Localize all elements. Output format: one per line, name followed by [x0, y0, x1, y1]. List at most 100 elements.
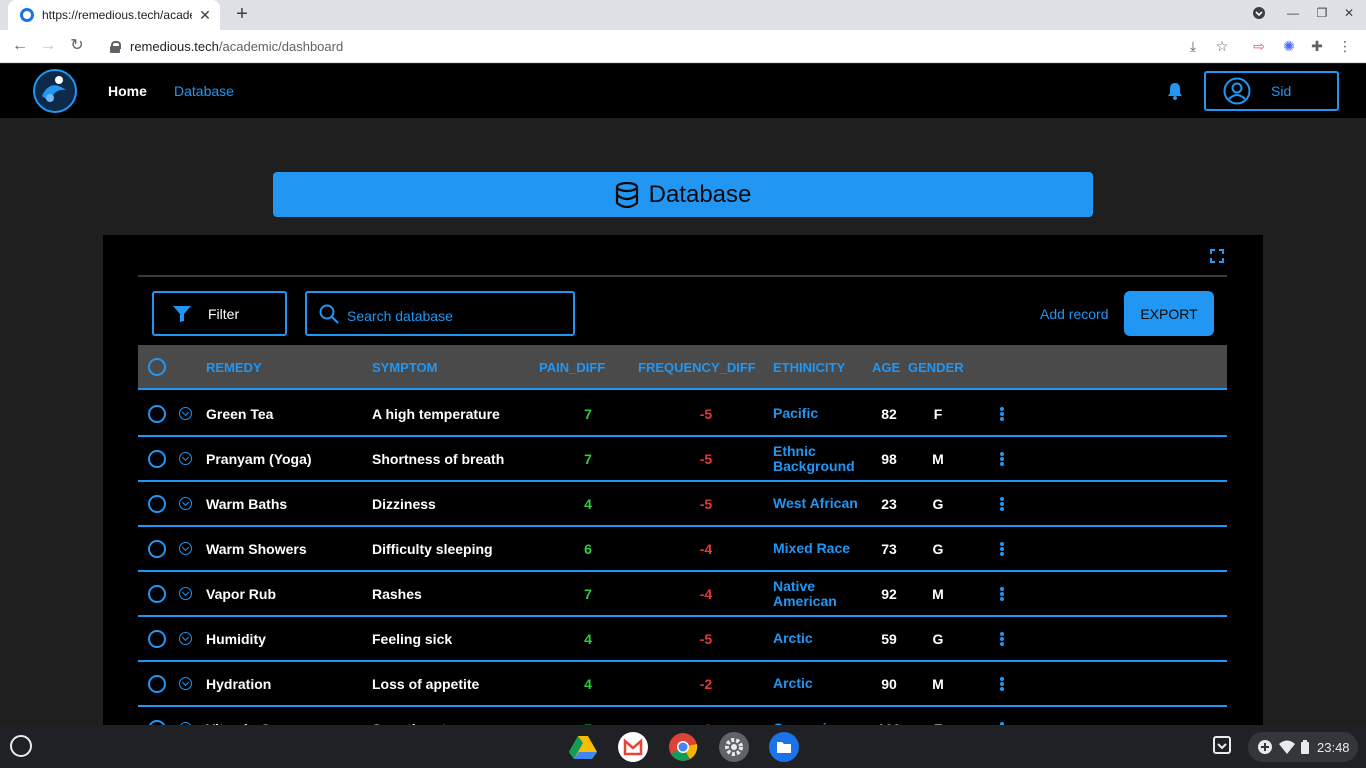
tote-holding-space-icon[interactable]	[1210, 733, 1234, 757]
extensions-puzzle-icon[interactable]: ✚	[1309, 38, 1325, 54]
cell-remedy: Green Tea	[206, 406, 274, 422]
url-host: remedious.tech	[130, 39, 219, 54]
nav-database-link[interactable]: Database	[174, 83, 234, 99]
install-app-icon[interactable]: ⤓	[1185, 38, 1201, 54]
row-menu-icon[interactable]	[1000, 407, 1004, 421]
new-tab-button[interactable]: +	[232, 4, 252, 24]
column-header-pain-diff[interactable]: PAIN_DIFF	[539, 360, 605, 375]
nav-home-link[interactable]: Home	[108, 83, 147, 99]
gmail-icon[interactable]	[618, 732, 648, 762]
column-header-symptom[interactable]: SYMPTOM	[372, 360, 438, 375]
search-icon	[319, 304, 339, 324]
notification-bell-icon[interactable]	[1167, 82, 1183, 100]
fullscreen-icon[interactable]	[1210, 249, 1224, 263]
column-header-ethnicity[interactable]: ETHINICITY	[773, 360, 845, 375]
table-row[interactable]: Warm Baths Dizziness 4 -5 West African 23 G	[138, 482, 1227, 527]
table-row[interactable]: Vitamin CSore throat7-3Caucasian100F	[138, 707, 1227, 725]
table-row[interactable]: Humidity Feeling sick 4 -5 Arctic 59 G	[138, 617, 1227, 662]
table-row[interactable]: Green Tea A high temperature 7 -5 Pacific 82 F	[138, 392, 1227, 437]
browser-menu-icon[interactable]: ⋮	[1337, 38, 1353, 54]
export-button[interactable]: EXPORT	[1124, 291, 1214, 336]
wifi-icon	[1279, 740, 1295, 754]
app-logo[interactable]	[32, 66, 78, 116]
back-icon[interactable]: ←	[10, 36, 30, 56]
extension-cast-icon[interactable]: ⇨	[1251, 38, 1267, 54]
row-checkbox[interactable]	[148, 495, 166, 513]
database-panel: Filter Add record EXPORT REMEDY SYMPTOM …	[103, 235, 1263, 725]
cell-frequency-diff: -4	[699, 586, 713, 602]
extension-gear-icon[interactable]: ✺	[1281, 38, 1297, 54]
table-row[interactable]: Pranyam (Yoga) Shortness of breath 7 -5 Ethn…	[138, 437, 1227, 482]
filter-button[interactable]: Filter	[152, 291, 287, 336]
table-row[interactable]: Vapor Rub Rashes 7 -4 Native American 92 M	[138, 572, 1227, 617]
expand-row-icon[interactable]	[179, 452, 192, 465]
cell-remedy: Hydration	[206, 676, 272, 692]
browser-tab[interactable]: https://remedious.tech/academic/dashboar…	[8, 0, 220, 30]
column-header-age[interactable]: AGE	[872, 360, 900, 375]
files-folder-icon[interactable]	[769, 732, 799, 762]
expand-row-icon[interactable]	[179, 632, 192, 645]
cell-frequency-diff: -5	[699, 406, 713, 422]
bookmark-star-icon[interactable]: ☆	[1214, 38, 1230, 54]
minimize-icon[interactable]: —	[1284, 6, 1302, 20]
row-menu-icon[interactable]	[1000, 632, 1004, 646]
table-row[interactable]: Hydration Loss of appetite 4 -2 Arctic 90 M	[138, 662, 1227, 707]
reload-icon[interactable]: ↻	[67, 36, 87, 56]
cell-age: 92	[881, 586, 897, 602]
cell-symptom: A high temperature	[372, 406, 500, 422]
cell-symptom: Rashes	[372, 586, 422, 602]
tab-close-icon[interactable]: ✕	[198, 7, 212, 24]
app-header: Home Database Sid	[0, 64, 1366, 118]
table-row[interactable]: Warm Showers Difficulty sleeping 6 -4 Mixed …	[138, 527, 1227, 572]
row-checkbox[interactable]	[148, 540, 166, 558]
cell-frequency-diff: -2	[699, 676, 713, 692]
row-checkbox[interactable]	[148, 450, 166, 468]
row-menu-icon[interactable]	[1000, 497, 1004, 511]
expand-row-icon[interactable]	[179, 407, 192, 420]
select-all-checkbox[interactable]	[148, 358, 166, 376]
row-menu-icon[interactable]	[1000, 677, 1004, 691]
row-checkbox[interactable]	[148, 675, 166, 693]
forward-icon[interactable]: →	[38, 36, 58, 56]
cell-symptom: Loss of appetite	[372, 676, 480, 692]
user-account-button[interactable]: Sid	[1204, 71, 1339, 111]
restore-icon[interactable]: ❐	[1313, 6, 1331, 20]
row-menu-icon[interactable]	[1000, 587, 1004, 601]
cell-pain-diff: 4	[584, 631, 592, 647]
column-header-frequency-diff[interactable]: FREQUENCY_DIFF	[638, 360, 756, 375]
launcher-icon[interactable]	[10, 735, 32, 757]
search-input[interactable]	[347, 303, 557, 324]
cell-ethnicity: West African	[773, 495, 858, 511]
cell-frequency-diff: -5	[699, 631, 713, 647]
cell-gender: G	[932, 496, 944, 512]
window-close-icon[interactable]: ✕	[1340, 6, 1358, 20]
cell-ethnicity: Arctic	[773, 630, 813, 646]
row-menu-icon[interactable]	[1000, 542, 1004, 556]
cell-age: 23	[881, 496, 897, 512]
row-checkbox[interactable]	[148, 405, 166, 423]
search-field[interactable]	[305, 291, 575, 336]
address-bar[interactable]: remedious.tech /academic/dashboard	[100, 33, 1240, 60]
cell-age: 82	[881, 406, 897, 422]
cell-gender: M	[932, 586, 944, 602]
expand-row-icon[interactable]	[179, 587, 192, 600]
expand-row-icon[interactable]	[179, 542, 192, 555]
column-header-remedy[interactable]: REMEDY	[206, 360, 262, 375]
add-record-link[interactable]: Add record	[1040, 306, 1108, 322]
tab-search-icon[interactable]	[1250, 6, 1268, 23]
expand-row-icon[interactable]	[179, 497, 192, 510]
cell-symptom: Difficulty sleeping	[372, 541, 493, 557]
row-checkbox[interactable]	[148, 585, 166, 603]
settings-gear-icon[interactable]	[719, 732, 749, 762]
system-clock[interactable]: 23:48	[1317, 740, 1350, 755]
user-avatar-icon	[1223, 77, 1251, 105]
browser-tab-strip: https://remedious.tech/academic/dashboar…	[0, 0, 1366, 30]
globe-icon	[20, 8, 34, 22]
row-menu-icon[interactable]	[1000, 452, 1004, 466]
row-checkbox[interactable]	[148, 630, 166, 648]
google-drive-icon[interactable]	[568, 732, 598, 762]
cell-frequency-diff: -5	[699, 496, 713, 512]
expand-row-icon[interactable]	[179, 677, 192, 690]
chrome-icon[interactable]	[668, 732, 698, 762]
column-header-gender[interactable]: GENDER	[908, 360, 964, 375]
